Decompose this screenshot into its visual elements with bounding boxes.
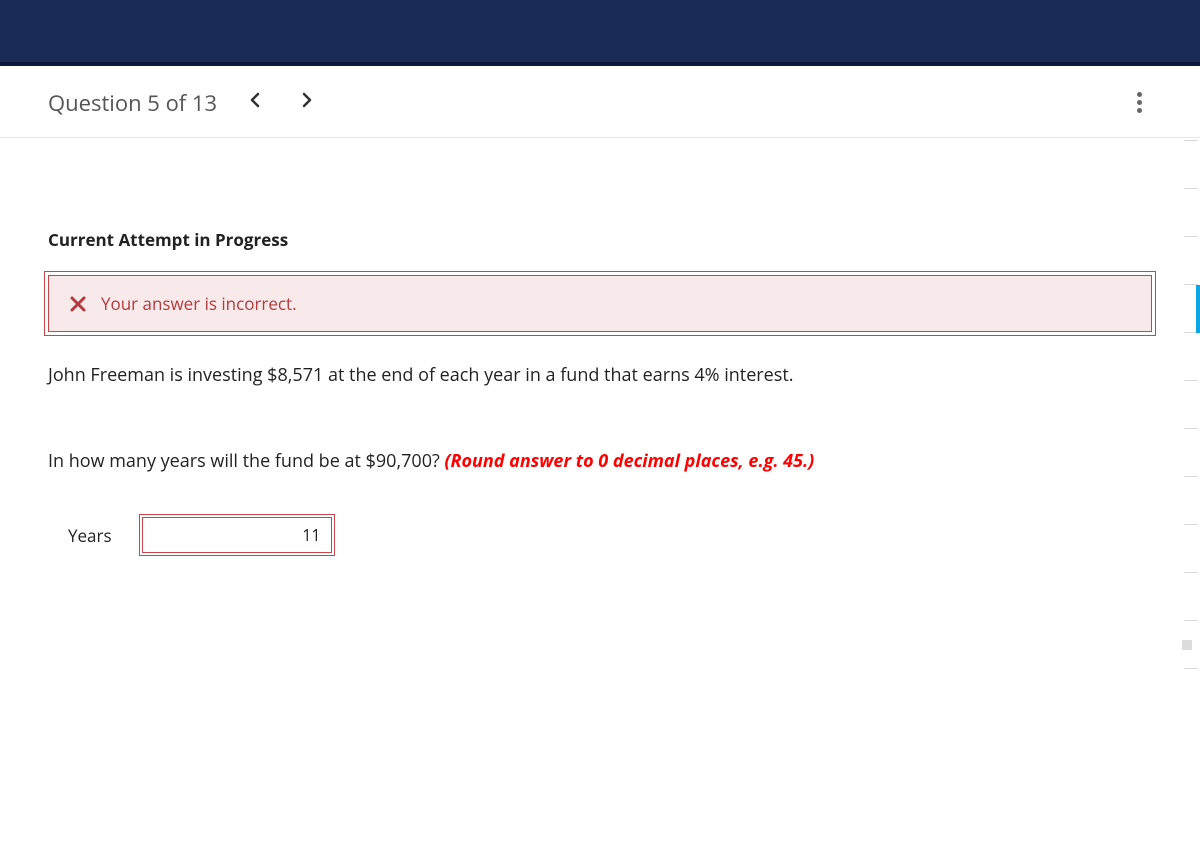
- rail-tick: [1184, 236, 1198, 284]
- question-prompt: In how many years will the fund be at $9…: [48, 449, 1152, 473]
- rail-tick: [1184, 140, 1198, 188]
- answer-row: Years: [68, 517, 1152, 553]
- dot-icon: [1137, 100, 1142, 105]
- question-body: John Freeman is investing $8,571 at the …: [48, 362, 1152, 389]
- prev-question-button[interactable]: [241, 88, 269, 117]
- rail-tick: [1184, 476, 1198, 524]
- incorrect-alert-text: Your answer is incorrect.: [101, 292, 297, 315]
- x-icon: [69, 295, 87, 313]
- attempt-status: Current Attempt in Progress: [48, 228, 1152, 251]
- next-question-button[interactable]: [293, 88, 321, 117]
- dot-icon: [1137, 92, 1142, 97]
- app-topbar: [0, 0, 1200, 66]
- rail-tick: [1184, 188, 1198, 236]
- rail-tick: [1184, 572, 1198, 620]
- rail-tick: [1184, 380, 1198, 428]
- chevron-left-icon: [249, 92, 261, 108]
- right-rail: [1184, 140, 1198, 848]
- answer-label: Years: [68, 524, 112, 547]
- rail-tick: [1184, 524, 1198, 572]
- chevron-right-icon: [301, 92, 313, 108]
- rail-tick: [1184, 428, 1198, 476]
- question-content: Current Attempt in Progress Your answer …: [0, 138, 1200, 553]
- rail-tick-active: [1184, 284, 1198, 332]
- rounding-hint: (Round answer to 0 decimal places, e.g. …: [444, 449, 814, 473]
- question-prompt-text: In how many years will the fund be at $9…: [48, 449, 444, 473]
- years-input[interactable]: [142, 517, 332, 553]
- rail-marker-icon: [1182, 640, 1192, 650]
- incorrect-alert: Your answer is incorrect.: [48, 275, 1152, 332]
- question-nav: [241, 88, 321, 117]
- rail-tick: [1184, 668, 1198, 716]
- question-header: Question 5 of 13: [0, 66, 1200, 138]
- question-counter: Question 5 of 13: [48, 88, 217, 118]
- dot-icon: [1137, 108, 1142, 113]
- more-options-button[interactable]: [1127, 86, 1152, 119]
- rail-tick: [1184, 332, 1198, 380]
